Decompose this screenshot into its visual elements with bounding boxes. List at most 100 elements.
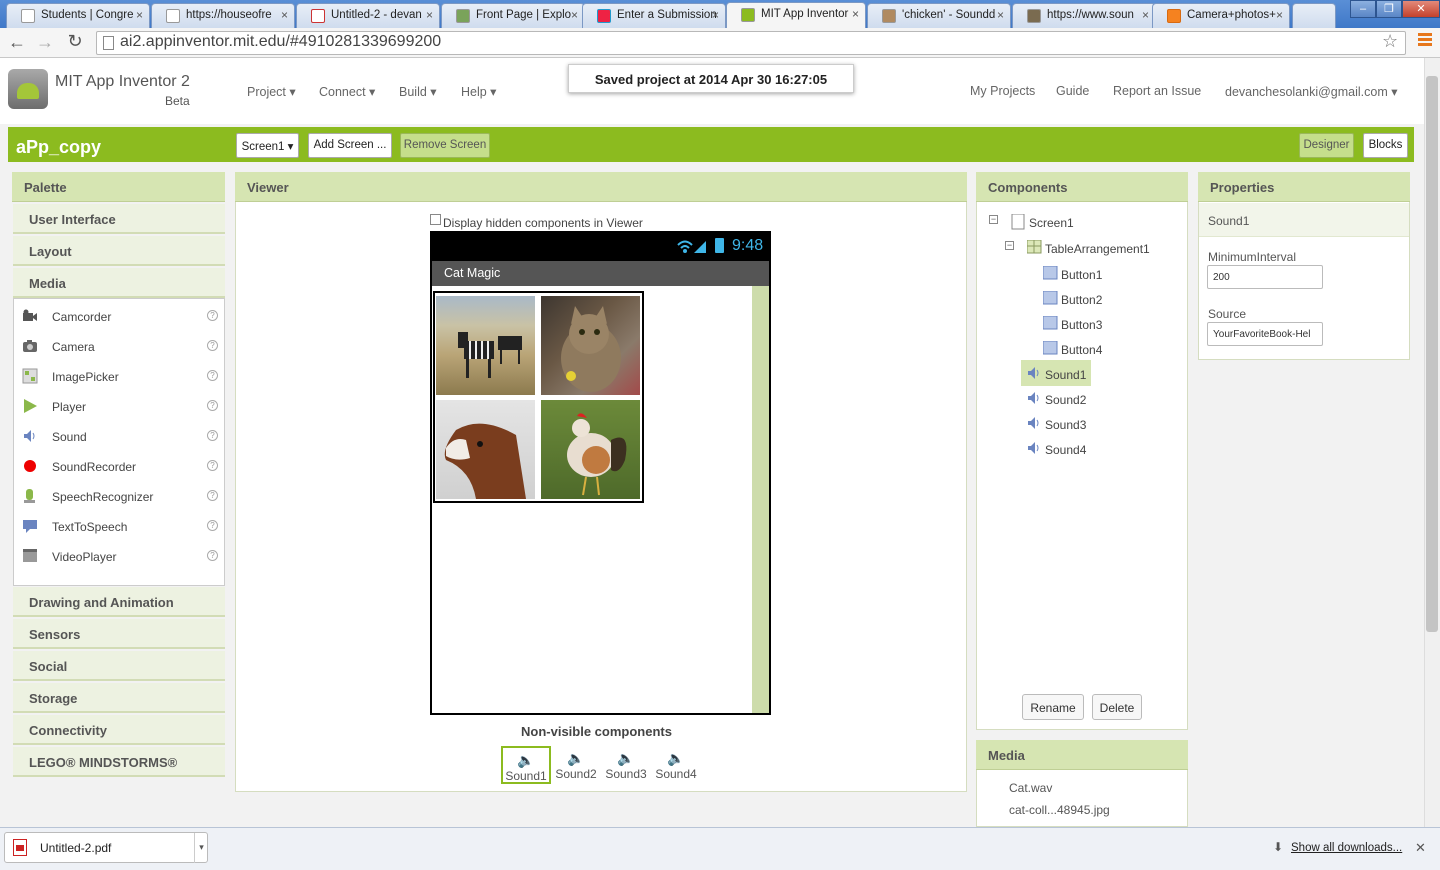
maximize-button[interactable]: ❐: [1376, 0, 1402, 18]
page-scrollbar-thumb[interactable]: [1426, 76, 1438, 632]
chrome-menu-icon[interactable]: [1418, 33, 1432, 49]
rename-button[interactable]: Rename: [1022, 694, 1084, 720]
camcorder-icon: [22, 308, 38, 324]
collapse-screen1-icon[interactable]: −: [989, 215, 998, 224]
new-tab-button[interactable]: [1292, 3, 1336, 28]
palette-item-camcorder[interactable]: Camcorder?: [20, 308, 220, 328]
help-icon[interactable]: ?: [207, 430, 218, 441]
browser-tab[interactable]: https://houseofre ×: [151, 3, 295, 28]
collapse-arrangement-icon[interactable]: −: [1005, 241, 1014, 250]
browser-tab[interactable]: Camera+photos+ ×: [1152, 3, 1290, 28]
help-icon[interactable]: ?: [207, 340, 218, 351]
button3-horse-image[interactable]: [436, 400, 535, 499]
back-arrow-icon[interactable]: ←: [6, 32, 28, 53]
tree-button2[interactable]: Button2: [1042, 290, 1102, 307]
palette-item-texttospeech[interactable]: TextToSpeech?: [20, 518, 220, 538]
palette-category-lego[interactable]: LEGO® MINDSTORMS®: [13, 747, 225, 777]
download-menu-arrow-icon[interactable]: ▾: [194, 833, 208, 863]
bookmark-star-icon[interactable]: ☆: [1382, 31, 1398, 52]
delete-button[interactable]: Delete: [1092, 694, 1142, 720]
close-icon[interactable]: ×: [571, 8, 578, 22]
close-icon[interactable]: ×: [136, 8, 143, 22]
tree-screen1[interactable]: Screen1: [1011, 213, 1074, 230]
tree-sound2[interactable]: Sound2: [1028, 392, 1086, 407]
close-icon[interactable]: ×: [852, 7, 859, 21]
link-my-projects[interactable]: My Projects: [970, 84, 1035, 98]
remove-screen-button[interactable]: Remove Screen: [400, 133, 490, 158]
hidden-components-checkbox[interactable]: [430, 214, 441, 225]
help-icon[interactable]: ?: [207, 400, 218, 411]
close-icon[interactable]: ×: [1276, 8, 1283, 22]
palette-item-camera[interactable]: Camera?: [20, 338, 220, 358]
palette-item-videoplayer[interactable]: VideoPlayer?: [20, 548, 220, 568]
phone-clock: 9:48: [732, 237, 764, 254]
media-file[interactable]: cat-coll...48945.jpg: [1009, 803, 1110, 817]
tree-button4[interactable]: Button4: [1042, 340, 1102, 357]
close-download-bar-icon[interactable]: ✕: [1415, 840, 1426, 856]
menu-help[interactable]: Help ▾: [461, 84, 496, 99]
palette-category-media[interactable]: Media: [13, 268, 225, 298]
tree-sound1[interactable]: Sound1: [1028, 367, 1086, 382]
menu-connect[interactable]: Connect ▾: [319, 84, 375, 99]
palette-category-user-interface[interactable]: User Interface: [13, 204, 225, 234]
show-all-downloads-link[interactable]: Show all downloads...: [1291, 842, 1402, 854]
palette-category-storage[interactable]: Storage: [13, 683, 225, 713]
menu-project[interactable]: Project ▾: [247, 84, 296, 99]
browser-tab[interactable]: Untitled-2 - devan ×: [296, 3, 440, 28]
browser-tab[interactable]: https://www.soun ×: [1012, 3, 1156, 28]
link-report-issue[interactable]: Report an Issue: [1113, 84, 1201, 98]
source-input[interactable]: YourFavoriteBook-Hel: [1207, 322, 1323, 346]
palette-category-layout[interactable]: Layout: [13, 236, 225, 266]
palette-category-drawing[interactable]: Drawing and Animation: [13, 587, 225, 617]
designer-button[interactable]: Designer: [1299, 133, 1354, 158]
close-window-button[interactable]: ✕: [1402, 0, 1440, 18]
button1-zebra-image[interactable]: [436, 296, 535, 395]
help-icon[interactable]: ?: [207, 550, 218, 561]
button4-rooster-image[interactable]: [541, 400, 640, 499]
help-icon[interactable]: ?: [207, 460, 218, 471]
blocks-button[interactable]: Blocks: [1363, 133, 1408, 158]
browser-tab-active[interactable]: MIT App Inventor ×: [726, 2, 866, 28]
min-interval-input[interactable]: 200: [1207, 265, 1323, 289]
nonvisible-sound2[interactable]: 🔈 Sound2: [551, 746, 601, 784]
nonvisible-sound1[interactable]: 🔈 Sound1: [501, 746, 551, 784]
nonvisible-sound3[interactable]: 🔈 Sound3: [601, 746, 651, 784]
help-icon[interactable]: ?: [207, 490, 218, 501]
reload-icon[interactable]: ↻: [64, 31, 86, 52]
help-icon[interactable]: ?: [207, 310, 218, 321]
add-screen-button[interactable]: Add Screen ...: [308, 133, 392, 158]
palette-category-social[interactable]: Social: [13, 651, 225, 681]
close-icon[interactable]: ×: [281, 8, 288, 22]
account-menu[interactable]: devanchesolanki@gmail.com ▾: [1225, 84, 1398, 99]
browser-tab[interactable]: Front Page | Explo ×: [441, 3, 585, 28]
palette-category-connectivity[interactable]: Connectivity: [13, 715, 225, 745]
browser-tab[interactable]: 'chicken' - Soundd ×: [867, 3, 1011, 28]
browser-tab[interactable]: Enter a Submission ×: [582, 3, 726, 28]
tree-sound4[interactable]: Sound4: [1028, 442, 1086, 457]
media-file[interactable]: Cat.wav: [1009, 781, 1052, 795]
tree-button1[interactable]: Button1: [1042, 265, 1102, 282]
button2-cat-image[interactable]: [541, 296, 640, 395]
menu-build[interactable]: Build ▾: [399, 84, 437, 99]
palette-item-sound[interactable]: Sound?: [20, 428, 220, 448]
help-icon[interactable]: ?: [207, 520, 218, 531]
tree-tablearrangement1[interactable]: TableArrangement1: [1026, 239, 1150, 256]
screen-select[interactable]: Screen1 ▾: [236, 133, 299, 158]
nonvisible-sound4[interactable]: 🔈 Sound4: [651, 746, 701, 784]
close-icon[interactable]: ×: [712, 8, 719, 22]
close-icon[interactable]: ×: [1142, 8, 1149, 22]
tree-sound3[interactable]: Sound3: [1028, 417, 1086, 432]
tree-button3[interactable]: Button3: [1042, 315, 1102, 332]
close-icon[interactable]: ×: [426, 8, 433, 22]
forward-arrow-icon[interactable]: →: [34, 32, 56, 53]
palette-item-soundrecorder[interactable]: SoundRecorder?: [20, 458, 220, 478]
palette-item-imagepicker[interactable]: ImagePicker?: [20, 368, 220, 388]
palette-item-player[interactable]: Player?: [20, 398, 220, 418]
palette-category-sensors[interactable]: Sensors: [13, 619, 225, 649]
palette-item-speechrecognizer[interactable]: SpeechRecognizer?: [20, 488, 220, 508]
help-icon[interactable]: ?: [207, 370, 218, 381]
link-guide[interactable]: Guide: [1056, 84, 1089, 98]
close-icon[interactable]: ×: [997, 8, 1004, 22]
minimize-button[interactable]: –: [1350, 0, 1376, 18]
browser-tab[interactable]: Students | Congre ×: [6, 3, 150, 28]
